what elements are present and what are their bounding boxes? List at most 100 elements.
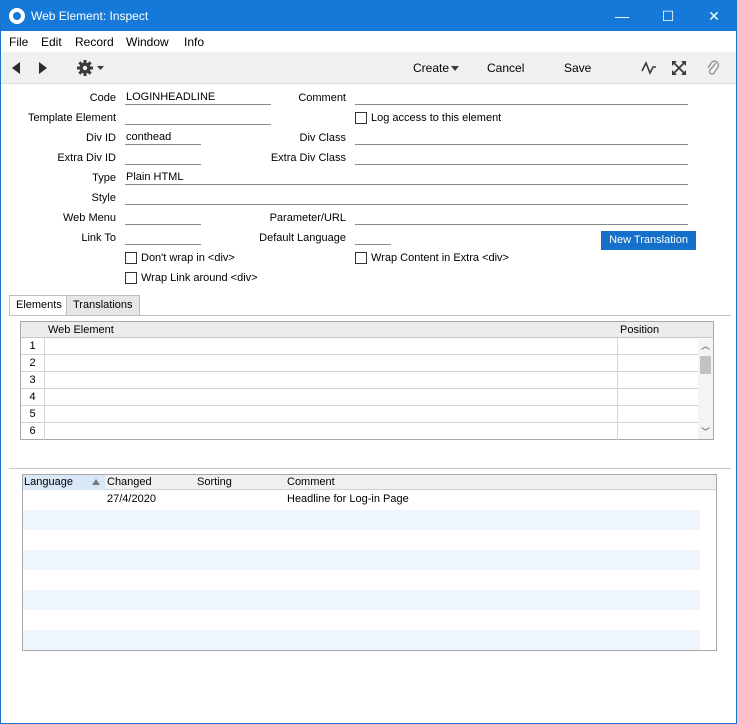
col-changed[interactable]: Changed	[107, 476, 152, 488]
list-item[interactable]: 27/4/2020 Headline for Log-in Page	[23, 490, 700, 510]
col-position: Position	[620, 324, 660, 336]
menu-info[interactable]: Info	[184, 35, 204, 49]
menu-edit[interactable]: Edit	[41, 35, 62, 49]
forward-icon[interactable]	[38, 61, 48, 75]
back-icon[interactable]	[11, 61, 21, 75]
div-class-field[interactable]	[355, 131, 688, 145]
row-number: 1	[21, 338, 45, 355]
close-icon[interactable]: ✕	[691, 1, 737, 31]
extra-div-id-field[interactable]	[125, 151, 201, 165]
matrix-header: Web Element Position	[21, 322, 713, 338]
default-language-field[interactable]	[355, 231, 391, 245]
table-row[interactable]: 3	[21, 372, 698, 389]
code-label: Code	[89, 92, 116, 104]
tab-divider	[9, 315, 731, 316]
div-class-label: Div Class	[299, 132, 346, 144]
row-number: 6	[21, 423, 45, 440]
title-bar: Web Element: Inspect — ☐ ✕	[1, 1, 736, 31]
row-number: 2	[21, 355, 45, 372]
menu-record[interactable]: Record	[75, 35, 114, 49]
wrap-link-checkbox[interactable]	[125, 272, 137, 284]
row-comment: Headline for Log-in Page	[287, 493, 409, 505]
type-field[interactable]: Plain HTML	[125, 171, 688, 185]
table-row[interactable]: 1	[21, 338, 698, 355]
comment-label: Comment	[298, 92, 346, 104]
cancel-button[interactable]: Cancel	[487, 61, 524, 75]
log-access-checkbox[interactable]	[355, 112, 367, 124]
new-translation-button[interactable]: New Translation	[601, 231, 696, 250]
col-comment[interactable]: Comment	[287, 476, 335, 488]
list-item-empty	[23, 530, 700, 550]
wrap-content-checkbox[interactable]	[355, 252, 367, 264]
menu-window[interactable]: Window	[126, 35, 169, 49]
menu-bar: File Edit Record Window Info	[1, 31, 736, 52]
row-number: 3	[21, 372, 45, 389]
list-item-empty	[23, 610, 700, 630]
column-divider	[617, 406, 618, 423]
web-menu-field[interactable]	[125, 211, 201, 225]
scroll-up-icon[interactable]: ︿	[698, 339, 713, 353]
minimize-icon[interactable]: —	[599, 1, 645, 31]
toolbar: Create Cancel Save	[1, 52, 736, 84]
pulse-icon[interactable]	[641, 61, 657, 75]
column-divider	[617, 355, 618, 372]
paperclip-icon[interactable]	[706, 59, 720, 77]
section-divider	[9, 468, 731, 469]
table-row[interactable]: 6	[21, 423, 698, 440]
parameter-url-label: Parameter/URL	[269, 212, 346, 224]
column-divider	[617, 423, 618, 440]
row-number: 4	[21, 389, 45, 406]
extra-div-class-field[interactable]	[355, 151, 688, 165]
extra-div-id-label: Extra Div ID	[57, 152, 116, 164]
column-divider	[617, 389, 618, 406]
list-item-empty	[23, 550, 700, 570]
comment-field[interactable]	[355, 91, 688, 105]
gear-icon[interactable]	[76, 59, 106, 77]
tab-elements[interactable]: Elements	[9, 295, 69, 316]
div-id-label: Div ID	[86, 132, 116, 144]
sort-asc-icon	[92, 479, 100, 485]
style-label: Style	[91, 192, 116, 204]
type-label: Type	[92, 172, 116, 184]
table-row[interactable]: 4	[21, 389, 698, 406]
elements-matrix: Web Element Position 1 2 3 4 5 6 ︿ ﹀	[20, 321, 714, 440]
col-web-element: Web Element	[48, 324, 114, 336]
list-item-empty	[23, 570, 700, 590]
create-button[interactable]: Create	[413, 61, 449, 75]
translations-list: Language Changed Sorting Comment 27/4/20…	[22, 474, 717, 651]
wrap-content-label: Wrap Content in Extra <div>	[371, 252, 509, 264]
matrix-scrollbar[interactable]: ︿ ﹀	[698, 339, 713, 439]
div-id-field[interactable]: conthead	[125, 131, 201, 145]
scroll-thumb[interactable]	[700, 356, 711, 374]
list-item-empty	[23, 590, 700, 610]
table-row[interactable]: 5	[21, 406, 698, 423]
app-icon	[9, 8, 25, 24]
table-row[interactable]: 2	[21, 355, 698, 372]
style-field[interactable]	[125, 191, 688, 205]
chevron-down-icon	[451, 66, 459, 71]
dont-wrap-label: Don't wrap in <div>	[141, 252, 235, 264]
col-language[interactable]: Language	[24, 476, 73, 488]
template-element-field[interactable]	[125, 111, 271, 125]
link-to-field[interactable]	[125, 231, 201, 245]
parameter-url-field[interactable]	[355, 211, 688, 225]
save-button[interactable]: Save	[564, 61, 591, 75]
wrap-link-label: Wrap Link around <div>	[141, 272, 258, 284]
dont-wrap-checkbox[interactable]	[125, 252, 137, 264]
maximize-icon[interactable]: ☐	[645, 1, 691, 31]
tab-translations[interactable]: Translations	[66, 295, 140, 315]
list-item-empty	[23, 510, 700, 530]
scroll-down-icon[interactable]: ﹀	[698, 425, 713, 439]
row-number: 5	[21, 406, 45, 423]
default-language-label: Default Language	[259, 232, 346, 244]
window: Web Element: Inspect — ☐ ✕ File Edit Rec…	[0, 0, 737, 724]
list-item-empty	[23, 630, 700, 650]
menu-file[interactable]: File	[9, 35, 28, 49]
template-element-label: Template Element	[27, 112, 116, 124]
row-changed: 27/4/2020	[107, 493, 156, 505]
column-divider	[617, 372, 618, 389]
column-divider	[617, 338, 618, 355]
col-sorting[interactable]: Sorting	[197, 476, 232, 488]
expand-icon[interactable]	[672, 61, 686, 75]
web-menu-label: Web Menu	[63, 212, 116, 224]
